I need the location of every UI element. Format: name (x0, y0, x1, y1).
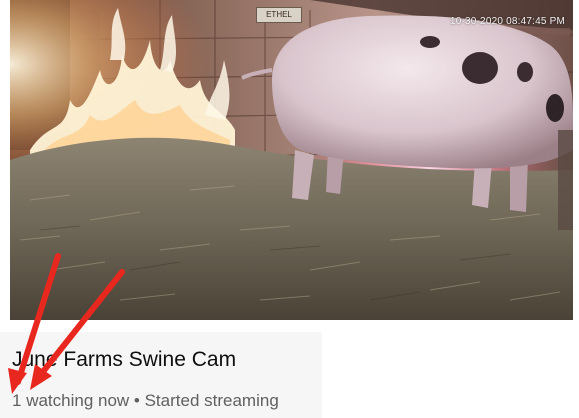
video-frame (10, 0, 573, 320)
barn-sign: ETHEL (256, 7, 302, 23)
video-timestamp: 10-30-2020 08:47:45 PM (449, 16, 565, 27)
stream-status-text: watching now • Started streaming (21, 391, 279, 410)
video-player[interactable]: ETHEL 10-30-2020 08:47:45 PM (10, 0, 573, 320)
stream-title[interactable]: June Farms Swine Cam (12, 348, 236, 372)
stream-card: ETHEL 10-30-2020 08:47:45 PM June Farms … (0, 0, 579, 418)
stream-status: 1 watching now • Started streaming (12, 391, 279, 411)
